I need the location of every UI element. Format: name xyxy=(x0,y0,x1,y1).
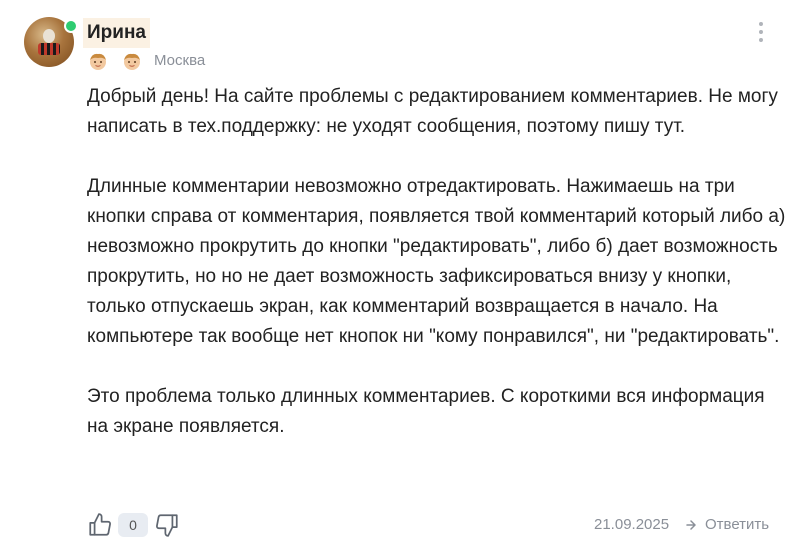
like-count: 0 xyxy=(118,513,148,537)
comment-paragraph: Длинные комментарии невозможно отредакти… xyxy=(87,176,786,347)
comment-footer: 0 21.09.2025 Ответить xyxy=(87,510,777,540)
more-vertical-icon[interactable] xyxy=(752,20,770,44)
comment-date: 21.09.2025 xyxy=(594,516,670,533)
child-avatar-icon xyxy=(90,53,106,70)
reply-button[interactable]: Ответить xyxy=(705,516,769,533)
author-location: Москва xyxy=(154,52,206,69)
comment-paragraph: Это проблема только длинных комментариев… xyxy=(87,386,765,437)
online-status-indicator xyxy=(64,19,78,33)
comment-body: Добрый день! На сайте проблемы с редакти… xyxy=(87,82,787,472)
comment-paragraph: Добрый день! На сайте проблемы с редакти… xyxy=(87,86,778,137)
user-badges xyxy=(88,51,142,71)
reply-arrow-icon[interactable] xyxy=(686,520,696,530)
thumbs-up-icon[interactable] xyxy=(87,512,113,538)
thumbs-down-icon[interactable] xyxy=(154,512,180,538)
child-avatar-icon xyxy=(124,53,140,70)
author-name[interactable]: Ирина xyxy=(83,18,150,48)
